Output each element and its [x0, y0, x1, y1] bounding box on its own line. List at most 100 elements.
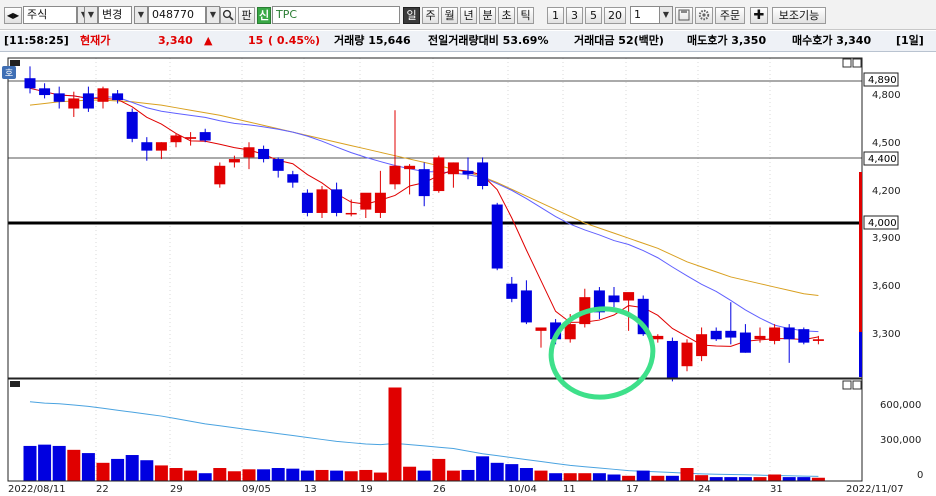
interval-3-button[interactable]: 3: [566, 7, 583, 24]
date-axis-label: 10/04: [508, 484, 537, 495]
volume-bar: [198, 473, 212, 481]
candle-body: [725, 330, 737, 338]
search-icon[interactable]: [220, 7, 236, 24]
candle-body: [477, 162, 489, 186]
period-year-button[interactable]: 년: [460, 7, 477, 24]
hline-label: 4,400: [868, 154, 897, 165]
date-axis-label: 24: [698, 484, 711, 495]
price-axis-label: 4,500: [872, 138, 901, 149]
candle-body: [535, 327, 547, 331]
market-select[interactable]: 주식: [23, 6, 77, 24]
prev-volume-ratio: 전일거래량대비 53.69%: [428, 34, 549, 47]
volume-bar: [709, 477, 723, 481]
candle-body: [491, 204, 503, 269]
date-axis-label: 31: [770, 484, 783, 495]
volume-panel-icon[interactable]: [10, 381, 20, 387]
volume-bar: [388, 387, 402, 481]
save-icon[interactable]: [675, 7, 693, 24]
date-axis-label: 13: [304, 484, 317, 495]
candle-body: [155, 142, 167, 151]
candle-body: [24, 78, 36, 89]
date-axis-label: 09/05: [242, 484, 271, 495]
candle-body: [170, 135, 182, 143]
change-select[interactable]: 변경: [98, 6, 132, 24]
add-icon[interactable]: ✚: [750, 7, 768, 24]
volume-panel-restore-icon[interactable]: [842, 380, 852, 390]
code-dropdown-icon[interactable]: ▼: [134, 6, 148, 24]
volume-bar: [563, 473, 577, 481]
volume-bar: [768, 474, 782, 481]
settings-gear-icon[interactable]: [695, 7, 713, 24]
interval-20-button[interactable]: 20: [604, 7, 626, 24]
candle-body: [199, 132, 211, 141]
interval-5-button[interactable]: 5: [585, 7, 602, 24]
period-tick-button[interactable]: 틱: [517, 7, 534, 24]
candle-body: [666, 340, 678, 378]
candle-body: [608, 295, 620, 303]
price-panel-close-icon[interactable]: [852, 58, 862, 68]
volume-axis-label: 300,000: [880, 435, 921, 446]
volume-bar: [315, 469, 329, 481]
candle-body: [564, 324, 576, 340]
order-button[interactable]: 주문: [715, 7, 745, 24]
candle-body: [301, 192, 313, 213]
volume-bar: [753, 477, 767, 481]
candle-body: [754, 335, 766, 340]
candle-body: [739, 332, 751, 353]
period-second-button[interactable]: 초: [498, 7, 515, 24]
period-month-button[interactable]: 월: [441, 7, 458, 24]
period-minute-button[interactable]: 분: [479, 7, 496, 24]
volume-bar: [111, 458, 125, 481]
candle-body: [82, 93, 94, 109]
volume-bar: [592, 473, 606, 481]
price-panel-icon[interactable]: [10, 60, 20, 66]
volume-bar: [125, 455, 139, 481]
change-dropdown-icon[interactable]: ▼: [84, 6, 98, 24]
nav-arrows-icon[interactable]: ◀▶: [4, 7, 22, 24]
candle-body: [360, 192, 372, 210]
volume-bar: [67, 449, 81, 481]
candle-body: [696, 334, 708, 357]
period-week-button[interactable]: 주: [422, 7, 439, 24]
period-indicator: [1일]: [896, 34, 924, 47]
price-axis-label: 3,900: [872, 233, 901, 244]
volume-bar: [505, 464, 519, 481]
candle-body: [506, 283, 518, 299]
volume-bar: [636, 470, 650, 481]
candle-body: [39, 88, 51, 96]
price-range-bar-up: [859, 172, 862, 332]
candle-body: [126, 111, 138, 139]
date-axis-label: 2022/11/07: [846, 484, 904, 495]
candle-body: [462, 170, 474, 175]
candle-body: [112, 93, 124, 101]
candle-body: [316, 189, 328, 213]
volume-bar: [154, 465, 168, 481]
candle-body: [185, 137, 197, 139]
price-panel-restore-icon[interactable]: [842, 58, 852, 68]
credit-badge: 신: [257, 7, 271, 24]
volume-bar: [476, 456, 490, 481]
count-dropdown-icon[interactable]: ▼: [659, 6, 673, 24]
stock-chart[interactable]: 호 4,800 4,500 4,200 3,900 3,600 3,300 4,…: [0, 52, 936, 496]
up-arrow-icon: ▲: [204, 34, 213, 47]
price-range-bar-down: [859, 332, 862, 377]
candle-body: [710, 330, 722, 340]
indicators-button[interactable]: 보조기능: [772, 7, 826, 24]
period-day-button[interactable]: 일: [403, 7, 420, 24]
candle-body: [258, 148, 270, 160]
volume-panel-close-icon[interactable]: [852, 380, 862, 390]
volume-bar: [271, 468, 285, 481]
volume-bar: [651, 475, 665, 481]
price-axis-label: 3,600: [872, 281, 901, 292]
volume-bar: [38, 444, 52, 481]
volume-bar: [665, 475, 679, 481]
hline-label: 4,000: [868, 218, 897, 229]
volume-axis-label: 600,000: [880, 400, 921, 411]
interval-1-button[interactable]: 1: [547, 7, 564, 24]
stock-code-input[interactable]: 048770: [148, 6, 206, 24]
volume-bar: [490, 462, 504, 481]
volume-bar: [782, 477, 796, 481]
volume-bar: [286, 468, 300, 481]
hangul-button[interactable]: 판: [238, 7, 255, 24]
code-list-dropdown-icon[interactable]: ▼: [206, 6, 220, 24]
